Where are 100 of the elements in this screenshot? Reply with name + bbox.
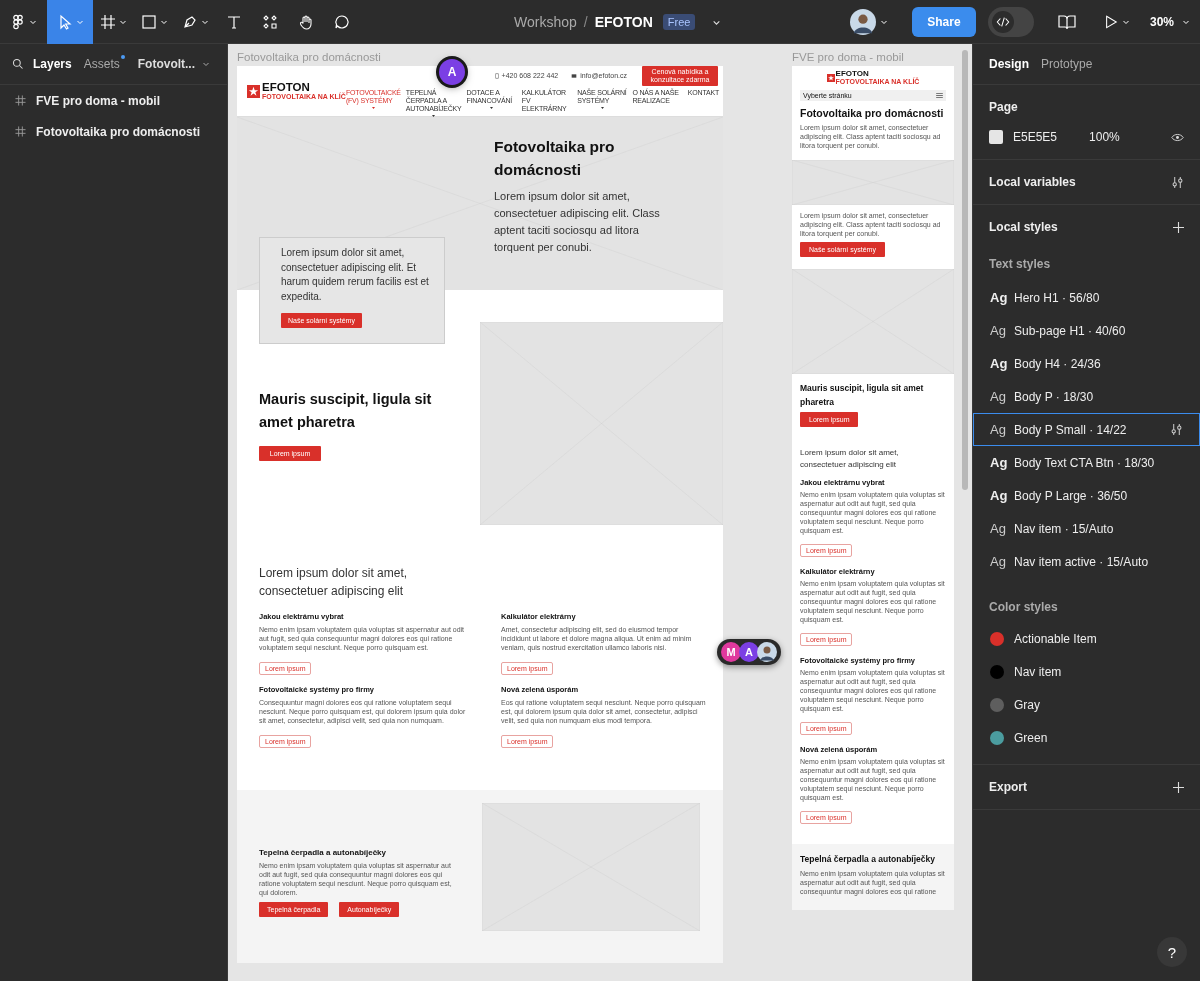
section-heading: Mauris suscipit, ligula sit amet pharetra [259,390,433,432]
color-swatch[interactable] [989,130,1003,144]
text-style-item[interactable]: Ag Sub-page H1 · 40/60 [973,314,1200,347]
plus-icon[interactable] [1173,221,1184,233]
text-style-item[interactable]: Ag Body Text CTA Btn · 18/30 [973,446,1200,479]
eye-icon[interactable] [1171,132,1184,142]
style-sample: Ag [990,455,1009,470]
hand-icon [298,13,314,30]
style-sample: Ag [990,323,1007,338]
subsection-heading: Text styles [989,257,1052,271]
style-sample: Ag [990,389,1007,404]
layer-name: Fotovoltaika pro domácnosti [36,124,200,139]
style-name: Nav item [1014,664,1062,679]
collaborator-avatar: A [739,642,759,662]
collaborators-bubble[interactable]: M A [717,639,781,665]
logo-name: EFOTON [835,69,869,78]
text-style-item[interactable]: Ag Body P · 18/30 [973,380,1200,413]
style-name: Gray [1014,697,1040,712]
style-name: Hero H1 · 56/80 [1014,290,1100,305]
style-name: Body P Large · 36/50 [1014,488,1128,503]
panel-tab[interactable]: Design [989,57,1029,71]
page-select[interactable]: Fotovolt... [137,57,196,71]
style-sample: Ag [990,290,1009,305]
file-name[interactable]: EFOTON [594,14,653,30]
star-logo-icon [826,73,835,82]
style-name: Body H4 · 24/36 [1014,356,1101,371]
text-style-item[interactable]: Ag Hero H1 · 56/80 [973,281,1200,314]
book-icon[interactable] [1057,13,1076,30]
panel-tab[interactable]: Prototype [1041,57,1093,71]
plus-icon[interactable] [1173,781,1184,793]
play-icon[interactable] [1103,14,1118,29]
style-sample: Ag [990,521,1007,536]
user-avatar [757,642,777,662]
panel-tab[interactable]: Layers [33,57,72,71]
comment-icon [334,13,350,30]
style-sample: Ag [990,554,1007,569]
main-menu-icon [10,13,26,30]
section-heading: Local variables [989,175,1076,189]
style-sample: Ag [990,422,1007,437]
menu-icon[interactable] [936,93,943,98]
style-name: Sub-page H1 · 40/60 [1014,323,1126,338]
color-value[interactable]: E5E5E5 [1013,130,1058,144]
star-logo-icon [247,84,260,98]
color-style-item[interactable]: Nav item [973,655,1200,688]
rectangle-icon [141,13,157,30]
text-style-item[interactable]: Ag Body P Large · 36/50 [973,479,1200,512]
section-heading: Local styles [989,220,1058,234]
layer-item[interactable]: FVE pro doma - mobil [0,85,227,116]
section-heading: Tepelná čerpadla a autonabíječky [259,848,387,857]
collaborator-cursor: A [439,59,465,85]
style-sample: Ag [990,356,1009,371]
card-text: Lorem ipsum dolor sit amet, consectetuer adipiscing elit. Et harum quidem rerum facilis est et expedita. [281,246,430,304]
layer-name: FVE pro doma - mobil [36,93,160,108]
text-style-item[interactable]: Ag Nav item active · 15/Auto [973,545,1200,578]
project-name[interactable]: Workshop [514,14,577,30]
panel-tab[interactable]: Assets [83,57,120,71]
logo-name: EFOTON [262,81,310,93]
opacity-value[interactable]: 100% [1089,130,1120,144]
plan-badge: Free [662,14,696,30]
style-name: Actionable Item [1014,631,1097,646]
intro-text: Lorem ipsum dolor sit amet, consectetuer adipiscing elit [259,565,409,600]
intro-text: Lorem ipsum dolor sit amet, consectetuer adipiscing elit [800,447,900,471]
text-icon [226,13,242,30]
text-style-item[interactable]: Ag Body P Small · 14/22 [973,413,1200,446]
user-avatar[interactable] [849,8,876,35]
section-heading: Tepelná čerpadla a autonabíječky [800,853,936,866]
adjust-icon[interactable] [1170,423,1183,436]
style-name: Body Text CTA Btn · 18/30 [1014,455,1155,470]
frame-icon [100,13,116,30]
color-style-item[interactable]: Gray [973,688,1200,721]
collaborator-avatar: M [721,642,741,662]
adjust-icon[interactable] [1171,175,1184,189]
phone-icon [494,72,499,79]
section-heading: Page [989,100,1019,114]
help-button[interactable]: ? [1157,937,1187,967]
style-name: Green [1014,730,1048,745]
hero-heading: Fotovoltaika pro domácnosti [800,107,945,120]
layer-item[interactable]: Fotovoltaika pro domácnosti [0,116,227,147]
path-separator: / [583,14,588,30]
style-name: Body P Small · 14/22 [1014,422,1127,437]
frame-icon [15,126,26,137]
style-name: Nav item active · 15/Auto [1014,554,1149,569]
hero-text: Lorem ipsum dolor sit amet, consectetuer adipiscing elit. Class aptent taciti sociosqu ad litora torquent per conubi. [494,189,661,255]
zoom-menu[interactable]: 30% [1149,14,1174,29]
text-style-item[interactable]: Ag Nav item · 15/Auto [973,512,1200,545]
color-style-item[interactable]: Actionable Item [973,622,1200,655]
section-heading: Mauris suscipit, ligula sit amet pharetra [800,382,925,409]
search-icon[interactable] [12,58,24,70]
style-sample: Ag [990,488,1009,503]
style-name: Nav item · 15/Auto [1014,521,1114,536]
scrollbar[interactable] [962,50,968,490]
resources-icon [262,13,278,30]
hero-heading: Fotovoltaika pro domácnosti [494,137,616,180]
subsection-heading: Color styles [989,600,1059,614]
frame-icon [15,95,26,106]
dev-mode-toggle[interactable] [987,6,1034,37]
color-style-item[interactable]: Green [973,721,1200,754]
section-heading: Export [989,780,1027,794]
style-name: Body P · 18/30 [1014,389,1094,404]
text-style-item[interactable]: Ag Body H4 · 24/36 [973,347,1200,380]
